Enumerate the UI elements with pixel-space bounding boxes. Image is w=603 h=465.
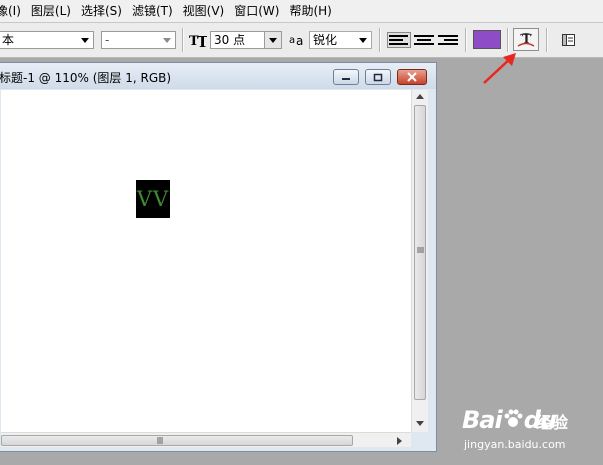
font-style-select[interactable]: - <box>101 31 176 49</box>
watermark-product: 经验 <box>536 413 569 432</box>
font-size-value: 30 点 <box>214 33 246 47</box>
antialias-icon: a a <box>289 34 303 48</box>
document-canvas[interactable]: VV <box>1 90 411 432</box>
antialias-select[interactable]: 锐化 <box>309 31 372 49</box>
font-size-select[interactable]: 30 点 <box>210 31 282 49</box>
align-center-icon[interactable] <box>413 32 435 48</box>
separator <box>507 28 509 52</box>
document-titlebar[interactable]: 标题-1 @ 110% (图层 1, RGB) <box>0 63 436 89</box>
chevron-down-icon <box>77 32 93 48</box>
separator <box>465 28 467 52</box>
panels-icon <box>562 34 575 46</box>
chevron-down-icon <box>159 32 175 48</box>
chevron-down-icon <box>264 32 281 48</box>
horizontal-scrollbar[interactable] <box>1 432 411 447</box>
scroll-right-icon[interactable] <box>397 437 403 445</box>
document-window: 标题-1 @ 110% (图层 1, RGB) VV <box>0 62 437 452</box>
minimize-icon <box>342 78 350 80</box>
close-icon <box>407 72 417 82</box>
scroll-down-icon[interactable] <box>416 421 424 427</box>
close-button[interactable] <box>397 69 427 85</box>
document-title: 标题-1 @ 110% (图层 1, RGB) <box>0 71 172 85</box>
font-family-value: 本 <box>2 33 15 47</box>
align-right-icon[interactable] <box>437 32 459 48</box>
scroll-up-icon[interactable] <box>416 94 424 100</box>
menu-bar: 像(I) 图层(L) 选择(S) 滤镜(T) 视图(V) 窗口(W) 帮助(H) <box>0 0 603 23</box>
svg-text:a: a <box>289 35 295 46</box>
menu-layer[interactable]: 图层(L) <box>26 0 76 22</box>
menu-view[interactable]: 视图(V) <box>178 0 230 22</box>
vertical-scroll-thumb[interactable] <box>414 105 426 400</box>
restore-button[interactable] <box>365 69 391 85</box>
minimize-button[interactable] <box>333 69 359 85</box>
menu-select[interactable]: 选择(S) <box>76 0 127 22</box>
font-style-value: - <box>105 33 110 47</box>
svg-text:T: T <box>197 33 207 49</box>
separator <box>546 28 548 52</box>
warp-text-icon: T <box>517 32 535 47</box>
menu-window[interactable]: 窗口(W) <box>229 0 284 22</box>
text-color-swatch[interactable] <box>473 30 501 49</box>
paw-icon <box>504 409 523 427</box>
chevron-down-icon <box>355 32 371 48</box>
watermark-url: jingyan.baidu.com <box>464 438 566 451</box>
separator <box>182 28 184 52</box>
separator <box>379 28 381 52</box>
svg-text:a: a <box>296 34 303 48</box>
text-layer[interactable]: VV <box>136 180 170 218</box>
antialias-value: 锐化 <box>313 33 338 47</box>
toggle-panels-button[interactable] <box>557 28 579 51</box>
align-left-icon[interactable] <box>387 32 411 48</box>
vertical-scrollbar[interactable] <box>411 90 428 432</box>
annotation-arrow <box>483 53 516 84</box>
grip-icon <box>157 437 163 444</box>
restore-icon <box>373 73 383 81</box>
font-family-select[interactable]: 本 <box>0 31 94 49</box>
menu-filter[interactable]: 滤镜(T) <box>127 0 178 22</box>
warp-text-button[interactable]: T <box>513 28 539 51</box>
menu-image[interactable]: 像(I) <box>0 0 26 22</box>
baidu-jingyan-watermark: Bai du 经验 jingyan.baidu.com <box>462 400 600 460</box>
font-size-icon: T T <box>189 33 207 49</box>
grip-icon <box>417 247 424 253</box>
horizontal-scroll-thumb[interactable] <box>1 435 353 446</box>
menu-help[interactable]: 帮助(H) <box>284 0 336 22</box>
